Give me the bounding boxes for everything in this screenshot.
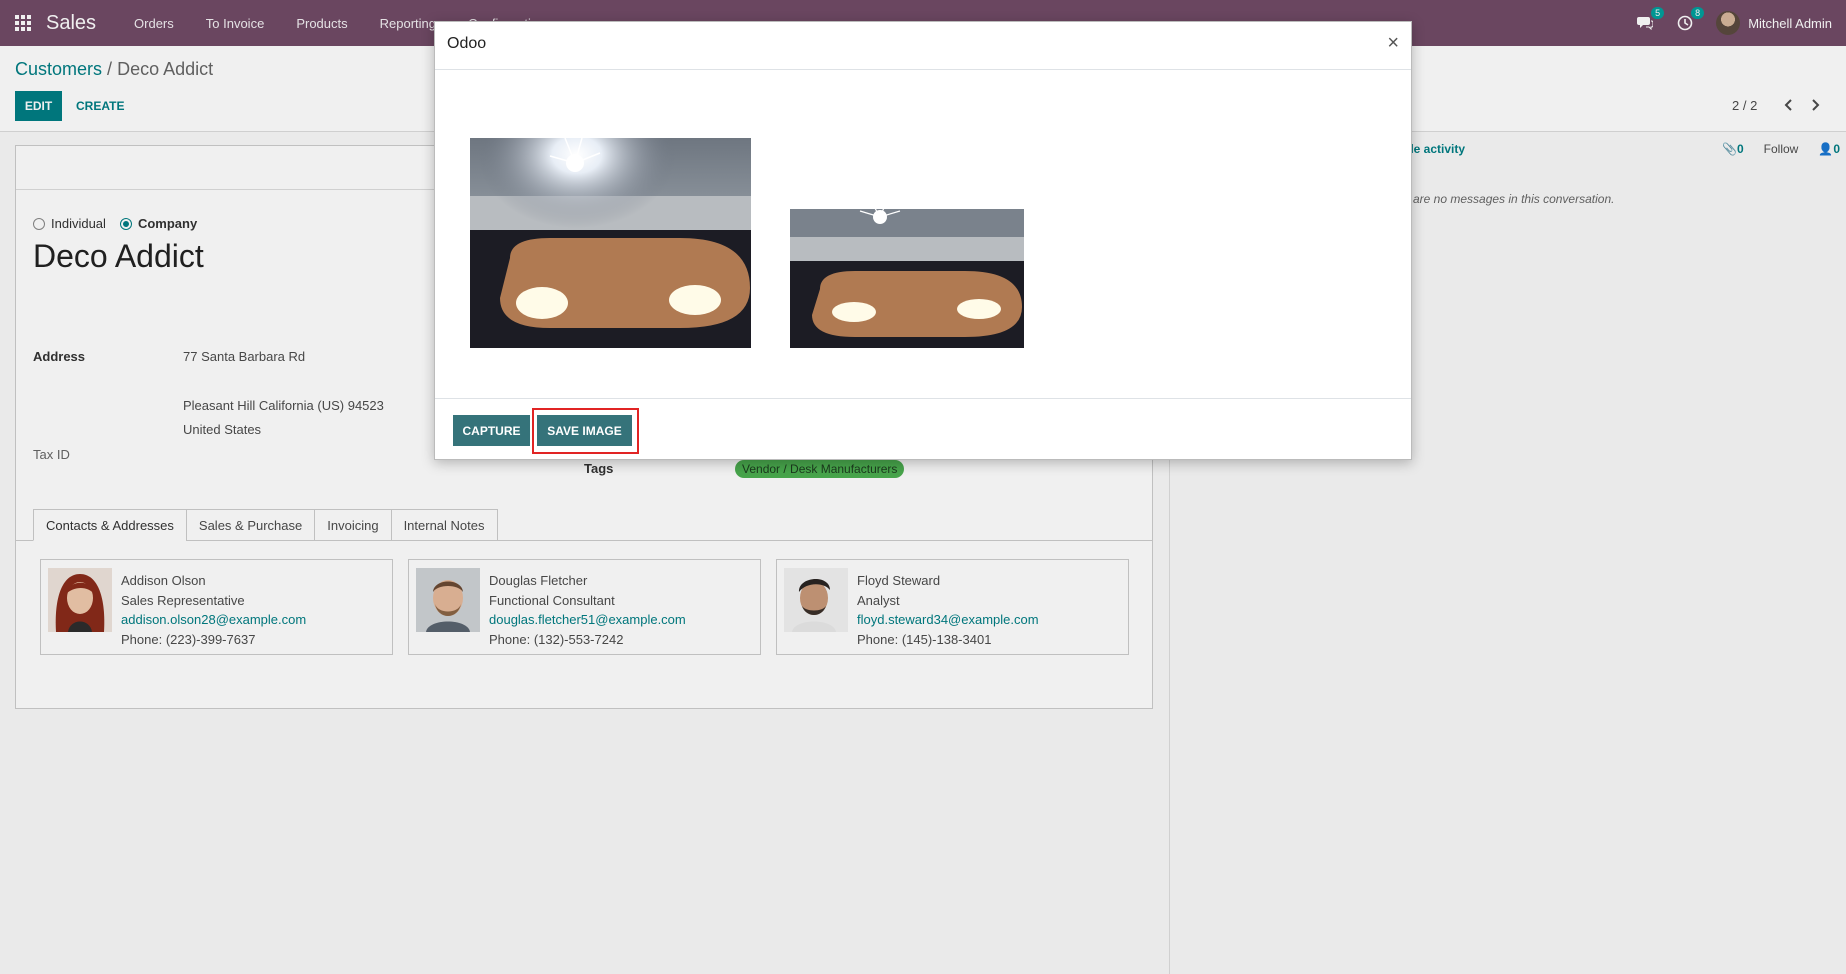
dialog-body [435,70,1411,399]
webcam-live-feed [470,138,751,348]
save-image-button[interactable]: SAVE IMAGE [537,415,632,446]
captured-image-preview [790,209,1024,348]
capture-button[interactable]: CAPTURE [453,415,530,446]
dialog-header: Odoo × [435,22,1411,70]
webcam-dialog: Odoo × CAPTURE SAVE IMAGE [434,21,1412,460]
close-icon[interactable]: × [1387,32,1399,55]
dialog-footer: CAPTURE SAVE IMAGE [435,399,1411,460]
dialog-title: Odoo [447,35,487,52]
